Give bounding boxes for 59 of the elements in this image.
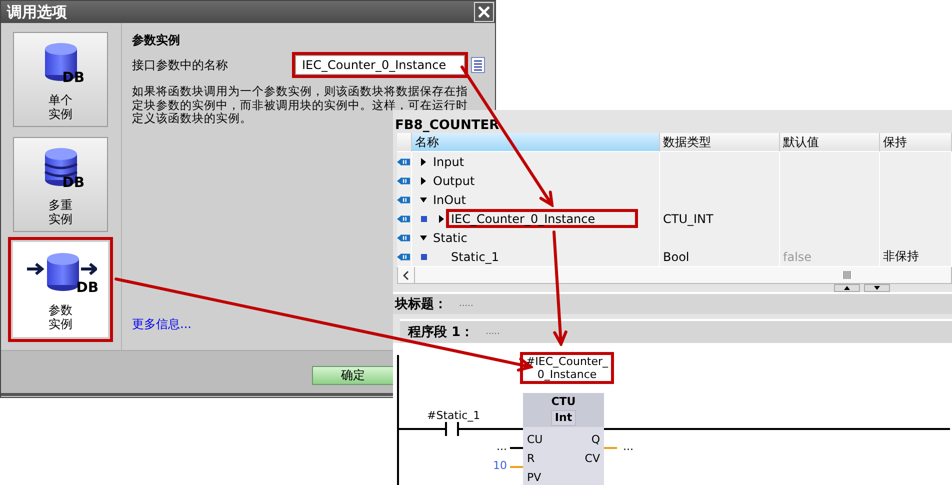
variable-name: Input (432, 154, 466, 170)
more-info-link[interactable]: 更多信息... (132, 316, 192, 333)
block-type: CTU (551, 395, 576, 408)
db-label: DB (76, 281, 98, 295)
collapsed-triangle-icon[interactable] (420, 158, 426, 166)
contact-label: #Static_1 (427, 409, 480, 422)
close-icon (478, 6, 490, 18)
dialog-title: 调用选项 (6, 2, 67, 22)
parameter-placeholder[interactable]: ... (496, 441, 507, 453)
table-cell: 非保持 (880, 247, 952, 267)
wire (459, 428, 523, 430)
table-cell (880, 152, 952, 172)
expanded-triangle-icon[interactable] (420, 196, 426, 204)
pin-label: CU (527, 432, 543, 448)
scroll-up-icon[interactable] (834, 284, 860, 292)
constant-value[interactable]: 10 (493, 460, 507, 472)
column-header[interactable]: 默认值 (780, 133, 880, 152)
column-header[interactable]: 数据类型 (660, 133, 780, 152)
scroll-down-icon[interactable] (864, 284, 890, 292)
network-label: 程序段 1： (408, 324, 474, 341)
pin-label: CV (584, 451, 600, 467)
member-icon (421, 216, 427, 222)
name-input-field[interactable]: IEC_Counter_0_Instance (295, 55, 465, 75)
table-cell: Bool (660, 247, 780, 267)
instance-label[interactable]: #IEC_Counter_ 0_Instance (523, 355, 611, 381)
column-header[interactable]: 名称 (412, 133, 660, 152)
table-cell: CTU_INT (660, 209, 780, 229)
field-label: 接口参数中的名称 (132, 56, 229, 74)
pin-label: R (527, 451, 536, 467)
collapsed-triangle-icon[interactable] (438, 214, 444, 222)
member-icon (421, 254, 427, 260)
instance-option[interactable]: DB 参数 实例 (13, 242, 108, 337)
close-button[interactable] (474, 2, 494, 22)
collapsed-triangle-icon[interactable] (420, 176, 426, 184)
comment-placeholder[interactable]: ..... (486, 327, 500, 337)
block-title-label: 块标题： (395, 296, 447, 313)
variable-name: Static_1 (450, 248, 500, 266)
expanded-triangle-icon[interactable] (420, 234, 426, 242)
function-block[interactable]: CTU Int CU R PV Q CV (523, 393, 604, 485)
grip-icon (843, 271, 851, 279)
parameter-placeholder[interactable]: ... (623, 441, 634, 453)
ok-button[interactable]: 确定 (312, 366, 394, 385)
horizontal-scrollbar[interactable] (397, 266, 952, 284)
column-header[interactable]: 保持 (880, 133, 952, 152)
pin-label: PV (527, 470, 542, 485)
pin-label: Q (591, 432, 600, 448)
section-title: 参数实例 (132, 32, 181, 49)
list-icon[interactable] (471, 57, 485, 73)
variable-name: Output (432, 172, 476, 190)
wire (399, 428, 445, 430)
block-name: FB8_COUNTER (395, 118, 500, 133)
table-cell (397, 133, 412, 152)
block-data-type[interactable]: Int (550, 410, 576, 426)
table-cell: false (780, 247, 880, 267)
comment-placeholder[interactable]: ..... (459, 299, 474, 309)
variable-name: IEC_Counter_0_Instance (446, 209, 638, 228)
variable-name: Static (432, 230, 468, 246)
variable-name: InOut (432, 192, 467, 208)
contact-symbol (445, 422, 459, 436)
